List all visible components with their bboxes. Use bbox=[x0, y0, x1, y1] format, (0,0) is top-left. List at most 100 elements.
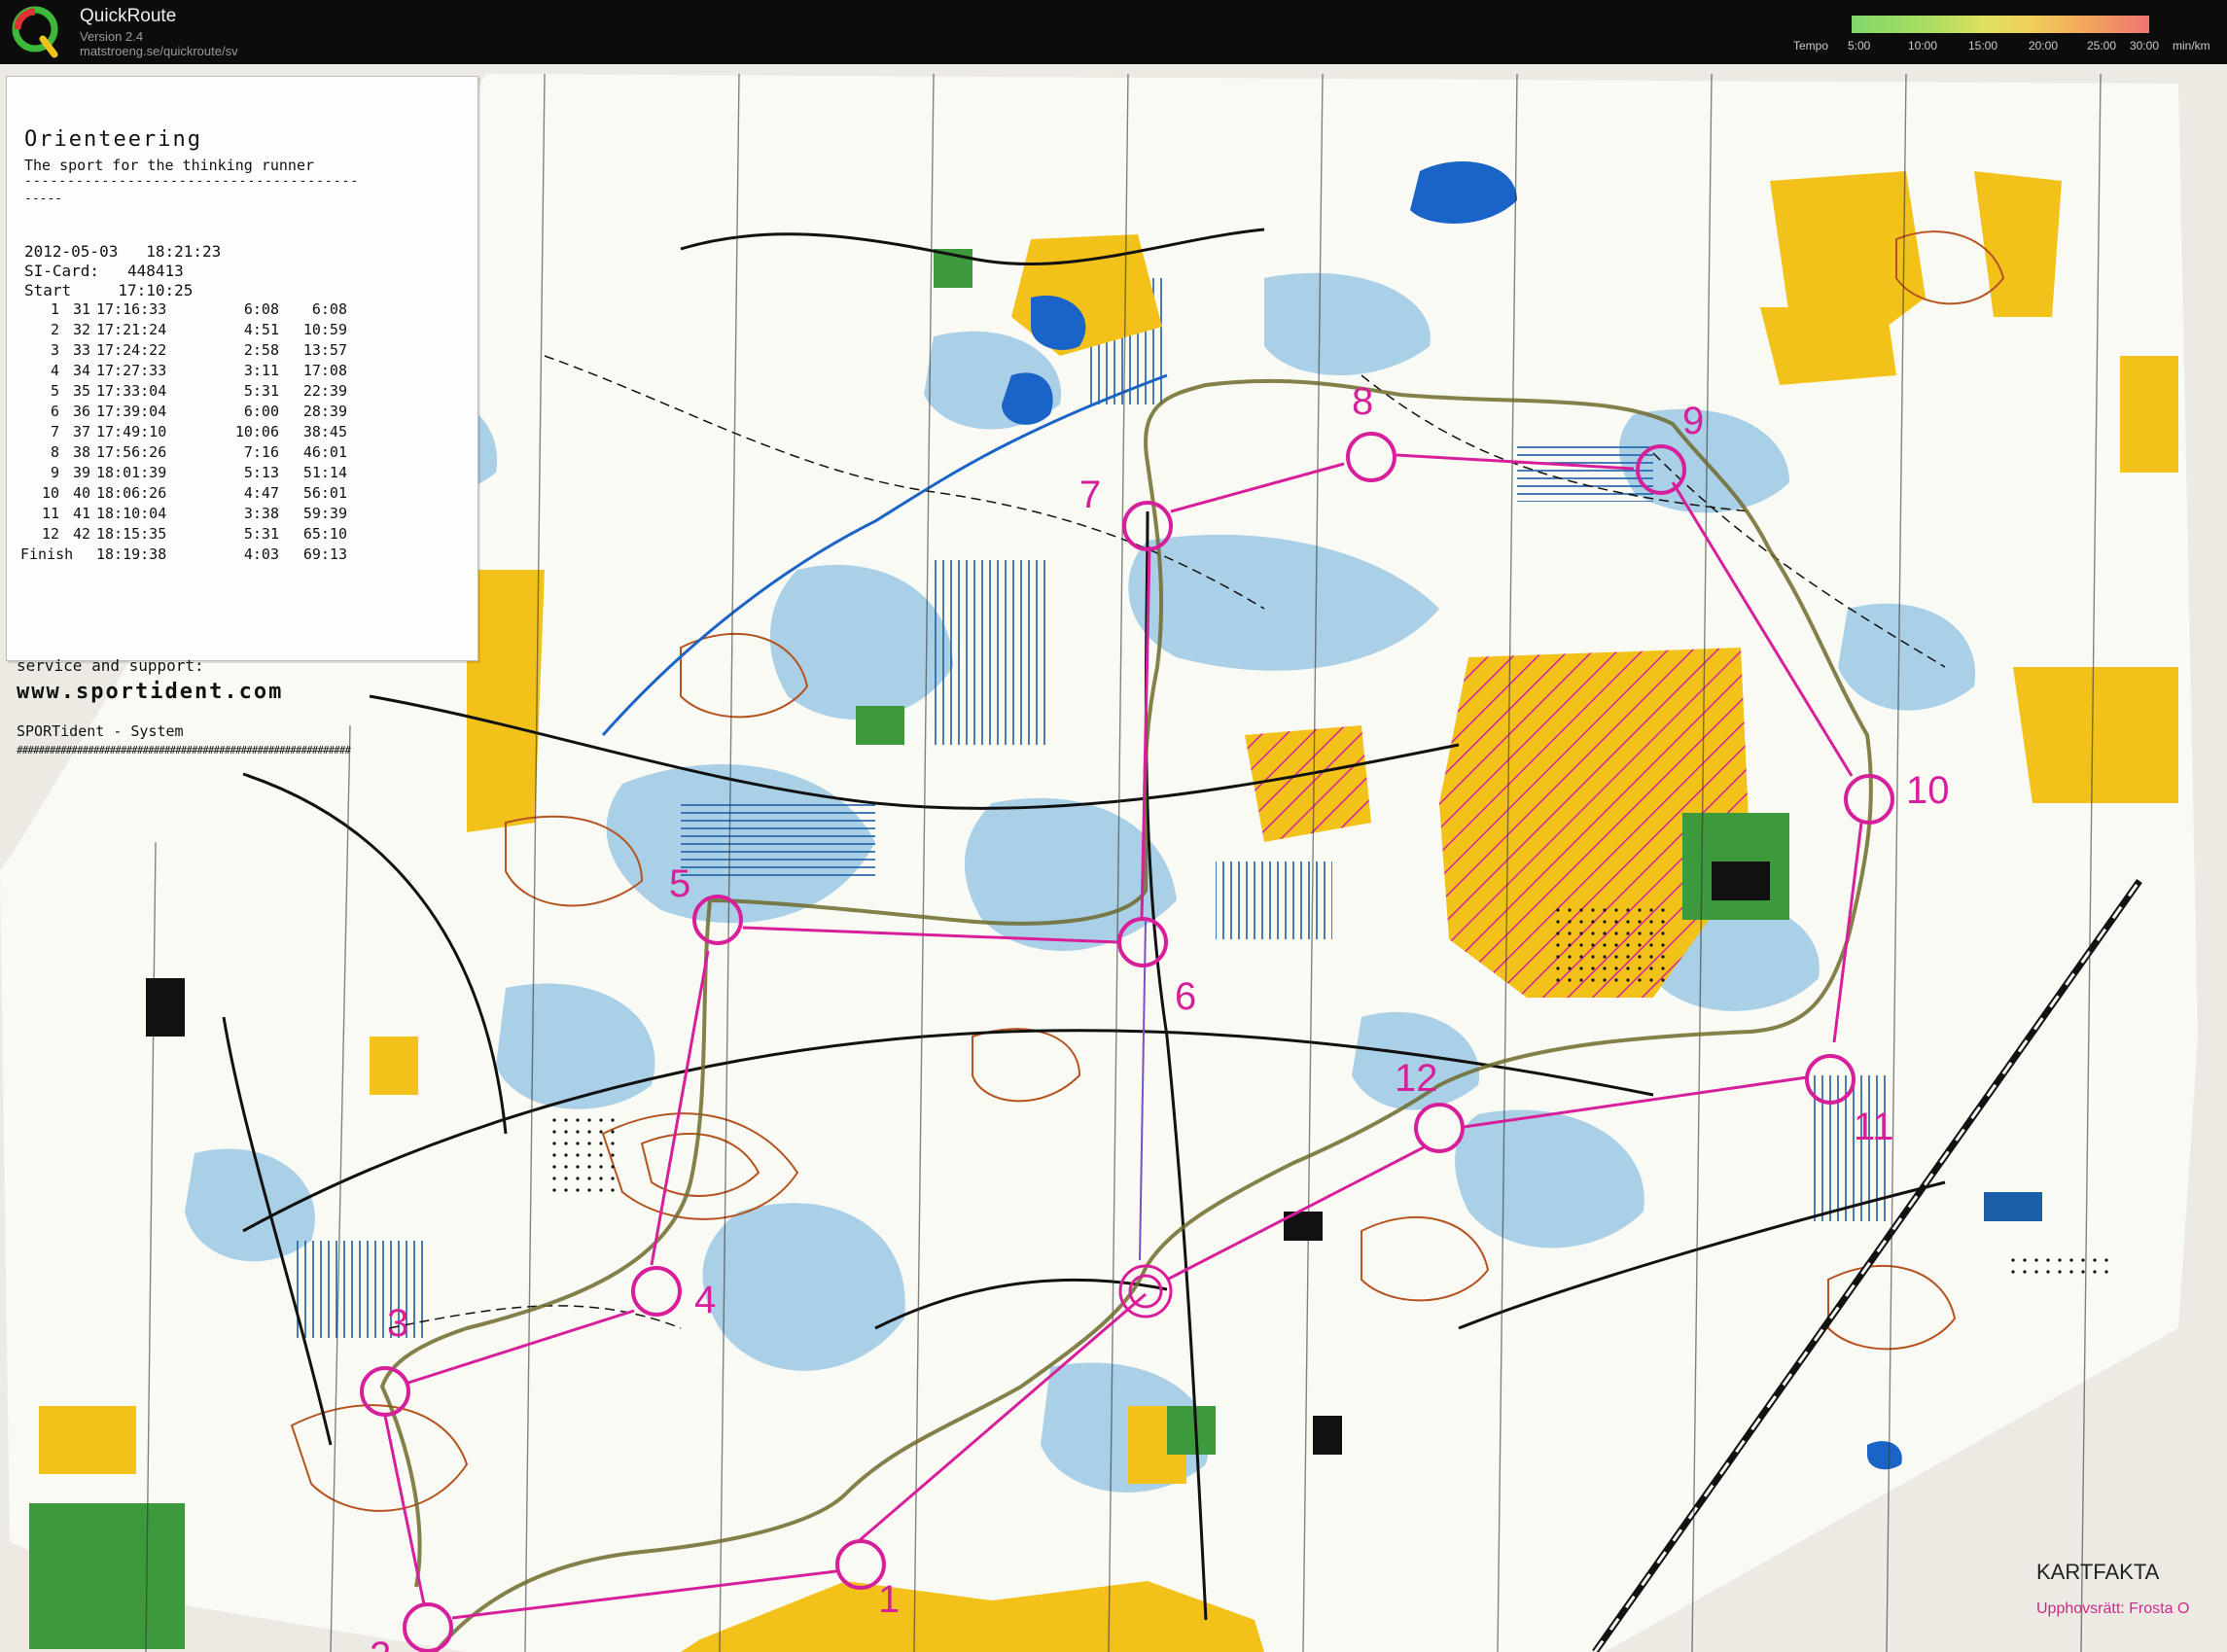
app-name: QuickRoute bbox=[80, 6, 177, 26]
split-total: 56:01 bbox=[302, 484, 347, 502]
printout-hash-line: ########################################… bbox=[17, 744, 351, 756]
split-total: 28:39 bbox=[302, 403, 347, 420]
printout-separator: ----- bbox=[24, 192, 63, 206]
control-label: 11 bbox=[1854, 1106, 1894, 1148]
split-code: 41 bbox=[72, 505, 90, 522]
split-row: 5 35 17:33:04 5:31 22:39 bbox=[20, 382, 351, 402]
split-leg: 5:31 bbox=[243, 382, 279, 400]
split-leg: 4:47 bbox=[243, 484, 279, 502]
split-total: 17:08 bbox=[302, 362, 347, 379]
split-total: 46:01 bbox=[302, 443, 347, 461]
split-leg: 6:08 bbox=[243, 300, 279, 318]
tempo-tick: 10:00 bbox=[1908, 39, 1938, 53]
app-url[interactable]: matstroeng.se/quickroute/sv bbox=[80, 44, 238, 58]
split-row: 9 39 18:01:39 5:13 51:14 bbox=[20, 464, 351, 483]
split-total: 65:10 bbox=[302, 525, 347, 543]
split-leg: 5:31 bbox=[243, 525, 279, 543]
split-row: 4 34 17:27:33 3:11 17:08 bbox=[20, 362, 351, 381]
tempo-tick: 25:00 bbox=[2087, 39, 2117, 53]
split-n: 3 bbox=[50, 341, 59, 359]
split-leg: 6:00 bbox=[243, 403, 279, 420]
split-n: 7 bbox=[50, 423, 59, 440]
split-time: 17:21:24 bbox=[96, 321, 167, 338]
control-label: 5 bbox=[669, 862, 690, 905]
printout-heading: Orienteering bbox=[24, 127, 202, 152]
control-label: 1 bbox=[878, 1578, 900, 1621]
control-label: 8 bbox=[1352, 380, 1373, 423]
app-version: Version 2.4 bbox=[80, 29, 144, 44]
split-time: 17:33:04 bbox=[96, 382, 167, 400]
split-time: 18:15:35 bbox=[96, 525, 167, 543]
split-n: 9 bbox=[50, 464, 59, 481]
split-code: 37 bbox=[72, 423, 90, 440]
split-n: 6 bbox=[50, 403, 59, 420]
split-code: 33 bbox=[72, 341, 90, 359]
split-row: 1 31 17:16:33 6:08 6:08 bbox=[20, 300, 351, 320]
split-code: 32 bbox=[72, 321, 90, 338]
split-row: Finish 18:19:38 4:03 69:13 bbox=[20, 545, 351, 565]
control-label: 4 bbox=[694, 1279, 716, 1321]
printout-website[interactable]: www.sportident.com bbox=[17, 680, 283, 704]
tempo-tick: 5:00 bbox=[1848, 39, 1871, 53]
tempo-unit: min/km bbox=[2173, 39, 2210, 53]
split-row: 12 42 18:15:35 5:31 65:10 bbox=[20, 525, 351, 545]
split-time: 17:56:26 bbox=[96, 443, 167, 461]
split-time: 17:39:04 bbox=[96, 403, 167, 420]
printout-si-card: SI-Card: 448413 bbox=[24, 262, 184, 280]
control-label: 7 bbox=[1079, 474, 1101, 516]
split-n: 4 bbox=[50, 362, 59, 379]
split-leg: 4:03 bbox=[243, 545, 279, 563]
control-label: 12 bbox=[1395, 1057, 1438, 1100]
split-total: 69:13 bbox=[302, 545, 347, 563]
split-code: 40 bbox=[72, 484, 90, 502]
split-row: 11 41 18:10:04 3:38 59:39 bbox=[20, 505, 351, 524]
split-leg: 4:51 bbox=[243, 321, 279, 338]
printout-service: service and support: bbox=[17, 656, 204, 675]
split-n: Finish bbox=[20, 545, 74, 563]
split-time: 18:19:38 bbox=[96, 545, 167, 563]
tempo-label: Tempo bbox=[1793, 39, 1829, 53]
split-total: 10:59 bbox=[302, 321, 347, 338]
split-n: 5 bbox=[50, 382, 59, 400]
split-total: 38:45 bbox=[302, 423, 347, 440]
split-code: 34 bbox=[72, 362, 90, 379]
split-row: 8 38 17:56:26 7:16 46:01 bbox=[20, 443, 351, 463]
map-legend-title: KARTFAKTA bbox=[2036, 1560, 2160, 1584]
split-code: 39 bbox=[72, 464, 90, 481]
si-card-printout: Orienteering The sport for the thinking … bbox=[6, 76, 478, 756]
printout-start: Start 17:10:25 bbox=[24, 281, 194, 299]
printout-system: SPORTident - System bbox=[17, 722, 184, 740]
split-row: 6 36 17:39:04 6:00 28:39 bbox=[20, 403, 351, 422]
printout-separator: --------------------------------------- bbox=[24, 174, 360, 189]
split-leg: 3:11 bbox=[243, 362, 279, 379]
split-n: 8 bbox=[50, 443, 59, 461]
split-time: 17:49:10 bbox=[96, 423, 167, 440]
tempo-tick: 30:00 bbox=[2130, 39, 2160, 53]
split-n: 2 bbox=[50, 321, 59, 338]
split-total: 6:08 bbox=[311, 300, 347, 318]
map-copyright: Upphovsrätt: Frosta O bbox=[2036, 1600, 2190, 1617]
split-time: 17:16:33 bbox=[96, 300, 167, 318]
printout-datetime: 2012-05-03 18:21:23 bbox=[24, 242, 222, 261]
split-n: 12 bbox=[41, 525, 59, 543]
split-leg: 3:38 bbox=[243, 505, 279, 522]
split-time: 17:24:22 bbox=[96, 341, 167, 359]
control-label: 10 bbox=[1906, 769, 1950, 812]
split-time: 18:01:39 bbox=[96, 464, 167, 481]
tempo-color-scale bbox=[1852, 16, 2149, 33]
split-total: 22:39 bbox=[302, 382, 347, 400]
split-total: 51:14 bbox=[302, 464, 347, 481]
control-label: 9 bbox=[1682, 400, 1704, 442]
split-leg: 7:16 bbox=[243, 443, 279, 461]
split-row: 3 33 17:24:22 2:58 13:57 bbox=[20, 341, 351, 361]
split-code: 36 bbox=[72, 403, 90, 420]
split-code: 31 bbox=[72, 300, 90, 318]
split-row: 10 40 18:06:26 4:47 56:01 bbox=[20, 484, 351, 504]
split-leg: 5:13 bbox=[243, 464, 279, 481]
split-code: 35 bbox=[72, 382, 90, 400]
split-time: 17:27:33 bbox=[96, 362, 167, 379]
split-time: 18:10:04 bbox=[96, 505, 167, 522]
split-time: 18:06:26 bbox=[96, 484, 167, 502]
split-code: 38 bbox=[72, 443, 90, 461]
split-row: 7 37 17:49:10 10:06 38:45 bbox=[20, 423, 351, 442]
